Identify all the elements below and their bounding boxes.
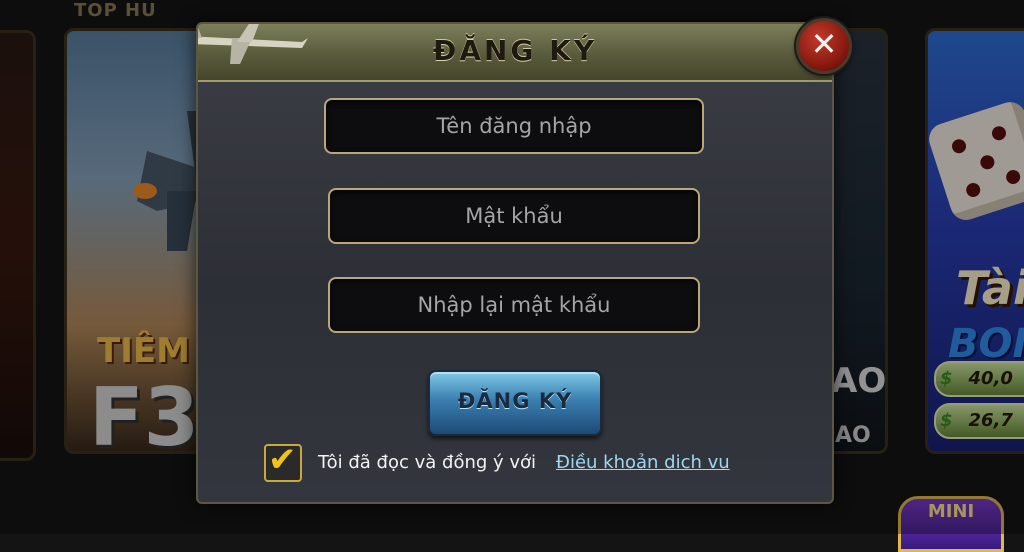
password-input[interactable] — [330, 190, 698, 242]
register-button[interactable]: ĐĂNG KÝ — [428, 370, 602, 436]
confirm-password-input[interactable] — [330, 279, 698, 331]
register-dialog: ĐĂNG KÝ ĐĂNG KÝ ✔ Tôi đã đọc và đồng ý v… — [196, 22, 834, 504]
username-field-box — [324, 98, 704, 154]
checkmark-icon: ✔ — [268, 440, 297, 480]
agree-checkbox[interactable]: ✔ — [264, 440, 302, 482]
register-button-label: ĐĂNG KÝ — [457, 389, 573, 413]
close-icon: ✕ — [810, 25, 838, 63]
terms-of-service-link[interactable]: Điều khoản dich vu — [556, 452, 730, 473]
confirm-password-field-box — [328, 277, 700, 333]
password-field-box — [328, 188, 700, 244]
close-button[interactable]: ✕ — [796, 18, 852, 74]
dialog-header: ĐĂNG KÝ — [198, 24, 832, 82]
username-input[interactable] — [326, 100, 702, 152]
terms-agreement-row: ✔ Tôi đã đọc và đồng ý với Điều khoản di… — [264, 440, 784, 484]
dialog-title: ĐĂNG KÝ — [432, 34, 598, 67]
agree-text: Tôi đã đọc và đồng ý với — [318, 452, 537, 473]
